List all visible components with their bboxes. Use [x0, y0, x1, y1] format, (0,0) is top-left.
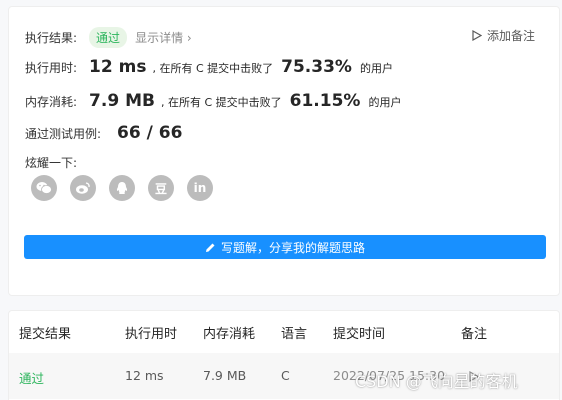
wechat-icon[interactable]: [31, 175, 57, 201]
header-status: 提交结果: [19, 327, 72, 342]
status-badge: 通过: [89, 27, 128, 48]
row-memory: 7.9 MB: [203, 368, 247, 383]
memory-value: 7.9 MB: [89, 91, 155, 111]
runtime-row: 执行用时: 12 ms , 在所有 C 提交中击败了 75.33% 的用户: [25, 57, 393, 77]
add-note-label: 添加备注: [486, 29, 535, 43]
share-label: 炫耀一下:: [25, 156, 78, 170]
result-row: 执行结果: 通过 显示详情 ›: [25, 27, 192, 48]
table-header: 提交结果 执行用时 内存消耗 语言 提交时间 备注: [9, 311, 559, 353]
testcases-row: 通过测试用例: 66 / 66: [25, 123, 182, 143]
play-outline-icon: [472, 30, 482, 41]
header-memory: 内存消耗: [203, 327, 256, 342]
runtime-label: 执行用时:: [25, 61, 78, 75]
runtime-percent: 75.33%: [281, 57, 352, 77]
write-solution-button[interactable]: 写题解，分享我的解题思路: [24, 235, 546, 259]
linkedin-icon[interactable]: in: [187, 175, 213, 201]
memory-row: 内存消耗: 7.9 MB , 在所有 C 提交中击败了 61.15% 的用户: [25, 91, 401, 111]
memory-percent: 61.15%: [289, 91, 361, 111]
share-row: 炫耀一下:: [25, 154, 77, 171]
douban-icon[interactable]: 豆: [148, 175, 174, 201]
qq-icon[interactable]: [109, 175, 135, 201]
result-label: 执行结果:: [25, 31, 78, 45]
header-runtime: 执行用时: [125, 327, 178, 342]
write-solution-label: 写题解，分享我的解题思路: [220, 240, 365, 255]
runtime-beat-prefix: , 在所有 C 提交中击败了: [152, 62, 274, 75]
pencil-icon: [205, 243, 215, 252]
testcases-label: 通过测试用例:: [25, 127, 102, 141]
header-language: 语言: [281, 327, 308, 342]
testcases-value: 66 / 66: [117, 123, 183, 143]
row-status-link[interactable]: 通过: [19, 368, 44, 387]
add-note-button[interactable]: 添加备注: [472, 27, 535, 44]
submission-result-card: 执行结果: 通过 显示详情 › 添加备注 执行用时: 12 ms , 在所有 C…: [8, 6, 560, 296]
row-runtime: 12 ms: [125, 368, 164, 383]
share-icons: 豆 in: [31, 175, 213, 201]
header-time: 提交时间: [333, 327, 386, 342]
weibo-icon[interactable]: [70, 175, 96, 201]
watermark: CSDN @飞向星的客机: [355, 372, 518, 391]
memory-label: 内存消耗:: [25, 95, 78, 109]
memory-beat-prefix: , 在所有 C 提交中击败了: [160, 96, 282, 109]
show-details-link[interactable]: 显示详情 ›: [135, 29, 192, 46]
header-note: 备注: [461, 327, 488, 342]
runtime-beat-suffix: 的用户: [359, 62, 393, 75]
row-language: C: [281, 368, 290, 383]
runtime-value: 12 ms: [89, 57, 147, 77]
memory-beat-suffix: 的用户: [368, 96, 402, 109]
